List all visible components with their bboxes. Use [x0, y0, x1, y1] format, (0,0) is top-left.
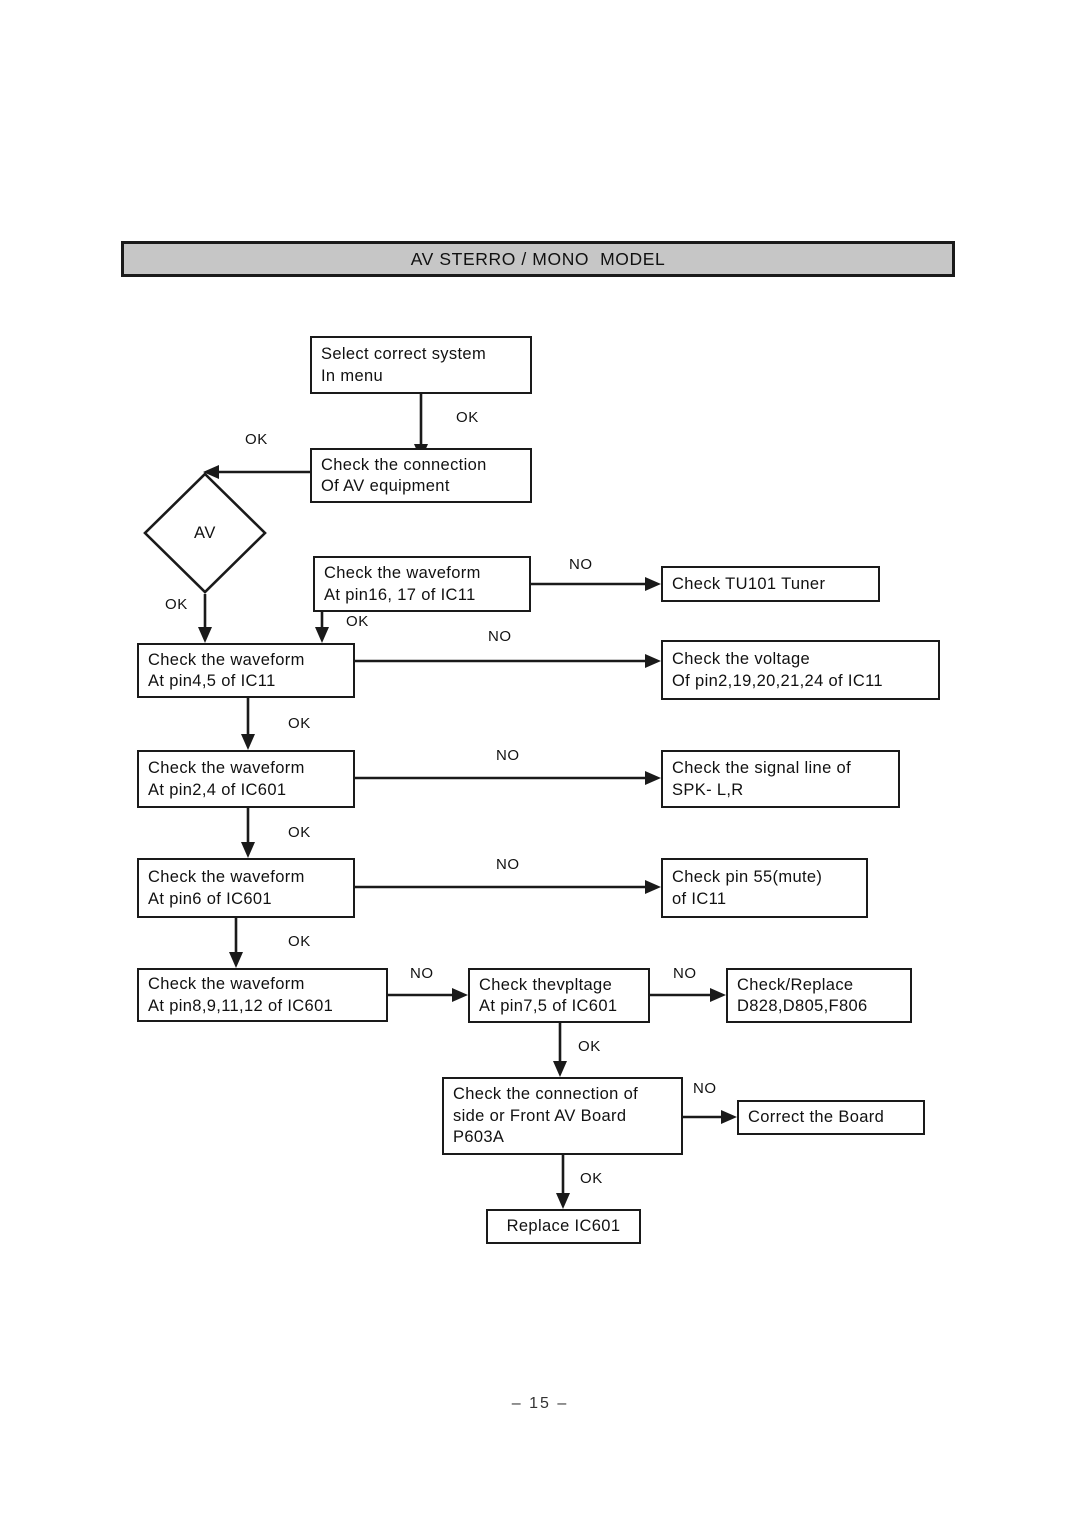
node-check-signal-line-spk[interactable]: Check the signal line of SPK- L,R [661, 750, 900, 808]
arrowhead-voltage-to-replace [710, 988, 726, 1002]
node-check-tu101-tuner[interactable]: Check TU101 Tuner [661, 566, 880, 602]
node-line: At pin2,4 of IC601 [148, 780, 287, 799]
arrowhead-board-to-correct [721, 1110, 737, 1124]
edge-label-no-board-to-correct: NO [693, 1080, 717, 1097]
node-line: Of pin2,19,20,21,24 of IC11 [672, 671, 883, 690]
edge-label-ok-pin16-to-pin4-5: OK [346, 613, 369, 630]
document-page: AV STERRO / MONO MODEL Select correct sy… [0, 0, 1080, 1528]
arrowhead-pin16-to-pin4-5 [315, 627, 329, 643]
node-replace-ic601[interactable]: Replace IC601 [486, 1209, 641, 1244]
arrowhead-pin4-5-to-pin2-4 [241, 734, 255, 750]
node-correct-the-board[interactable]: Correct the Board [737, 1100, 925, 1135]
node-check-waveform-pin2-4[interactable]: Check the waveform At pin2,4 of IC601 [137, 750, 355, 808]
node-line: Check TU101 Tuner [672, 574, 826, 593]
node-line: Check the connection of [453, 1085, 639, 1104]
arrowhead-pin4-5-to-voltage [645, 654, 661, 668]
edge-label-ok-pin4-5-to-pin2-4: OK [288, 715, 311, 732]
node-line: In menu [321, 366, 384, 385]
arrowhead-voltage-to-board [553, 1061, 567, 1077]
node-line: Replace IC601 [506, 1217, 621, 1236]
section-header-banner: AV STERRO / MONO MODEL [121, 241, 955, 277]
edge-label-no-pin2-4-to-spk: NO [496, 747, 520, 764]
node-line: Check the connection [321, 455, 487, 474]
section-title: AV STERRO / MONO MODEL [410, 248, 666, 269]
node-line: of IC11 [672, 889, 727, 908]
arrowhead-pin8-to-voltage [452, 988, 468, 1002]
edge-label-no-voltage-to-replace: NO [673, 965, 697, 982]
arrowhead-board-to-replace-ic [556, 1193, 570, 1209]
node-line: Select correct system [321, 345, 487, 364]
node-line: Check the waveform [148, 975, 305, 994]
arrowhead-pin6-to-pin8 [229, 952, 243, 968]
arrowhead-av-to-pin4-5 [198, 627, 212, 643]
node-line: At pin7,5 of IC601 [479, 997, 618, 1015]
node-select-correct-system[interactable]: Select correct system In menu [310, 336, 532, 394]
node-line: SPK- L,R [672, 780, 744, 799]
arrowhead-pin16-to-tuner [645, 577, 661, 591]
node-line: At pin16, 17 of IC11 [324, 585, 476, 604]
node-line: Check the signal line of [672, 759, 851, 778]
arrowhead-pin2-4-to-spk [645, 771, 661, 785]
node-line: side or Front AV Board [453, 1106, 627, 1125]
node-check-waveform-pin16-17[interactable]: Check the waveform At pin16, 17 of IC11 [313, 556, 531, 612]
node-line: D828,D805,F806 [737, 997, 868, 1015]
arrowhead-pin6-to-mute [645, 880, 661, 894]
node-line: At pin4,5 of IC11 [148, 672, 276, 690]
edge-label-ok-av-to-pin4-5: OK [165, 596, 188, 613]
node-line: Check/Replace [737, 975, 854, 994]
edge-label-ok-connection-to-av: OK [245, 431, 268, 448]
node-line: Check the waveform [324, 564, 481, 583]
node-line: P603A [453, 1128, 505, 1147]
node-line: Check the waveform [148, 759, 305, 778]
node-line: Check the voltage [672, 650, 811, 669]
edge-label-no-pin6-to-mute: NO [496, 856, 520, 873]
node-check-voltage-pin7-5[interactable]: Check thevpltage At pin7,5 of IC601 [468, 968, 650, 1023]
node-check-av-connection[interactable]: Check the connection Of AV equipment [310, 448, 532, 503]
page-number: – 15 – [511, 1395, 569, 1412]
edge-label-ok-pin2-4-to-pin6: OK [288, 824, 311, 841]
edge-label-no-pin16-to-tuner: NO [569, 556, 593, 573]
node-check-waveform-pin4-5[interactable]: Check the waveform At pin4,5 of IC11 [137, 643, 355, 698]
edge-label-ok-select-to-connection: OK [456, 409, 479, 426]
node-check-pin55-mute[interactable]: Check pin 55(mute) of IC11 [661, 858, 868, 918]
edge-label-ok-board-to-replace-ic: OK [580, 1170, 603, 1187]
edge-label-ok-voltage-to-board: OK [578, 1038, 601, 1055]
node-check-replace-diodes[interactable]: Check/Replace D828,D805,F806 [726, 968, 912, 1023]
node-av-decision-label: AV [194, 523, 216, 542]
node-line: At pin8,9,11,12 of IC601 [148, 996, 334, 1015]
arrowhead-pin2-4-to-pin6 [241, 842, 255, 858]
node-line: At pin6 of IC601 [148, 889, 272, 908]
node-line: Check pin 55(mute) [672, 868, 823, 887]
edge-label-no-pin8-to-voltage: NO [410, 965, 434, 982]
node-line: Check thevpltage [479, 975, 613, 994]
node-check-voltage-ic11[interactable]: Check the voltage Of pin2,19,20,21,24 of… [661, 640, 940, 700]
node-check-waveform-pin8-9-11-12[interactable]: Check the waveform At pin8,9,11,12 of IC… [137, 968, 388, 1022]
node-line: Correct the Board [748, 1108, 885, 1127]
node-line: Check the waveform [148, 868, 305, 887]
node-check-waveform-pin6[interactable]: Check the waveform At pin6 of IC601 [137, 858, 355, 918]
node-line: Of AV equipment [321, 477, 450, 495]
edge-label-no-pin4-5-to-voltage: NO [488, 628, 512, 645]
node-line: Check the waveform [148, 650, 305, 669]
node-av-decision[interactable]: AV [143, 472, 267, 594]
node-check-av-board-connection[interactable]: Check the connection of side or Front AV… [442, 1077, 683, 1155]
edge-label-ok-pin6-to-pin8: OK [288, 933, 311, 950]
